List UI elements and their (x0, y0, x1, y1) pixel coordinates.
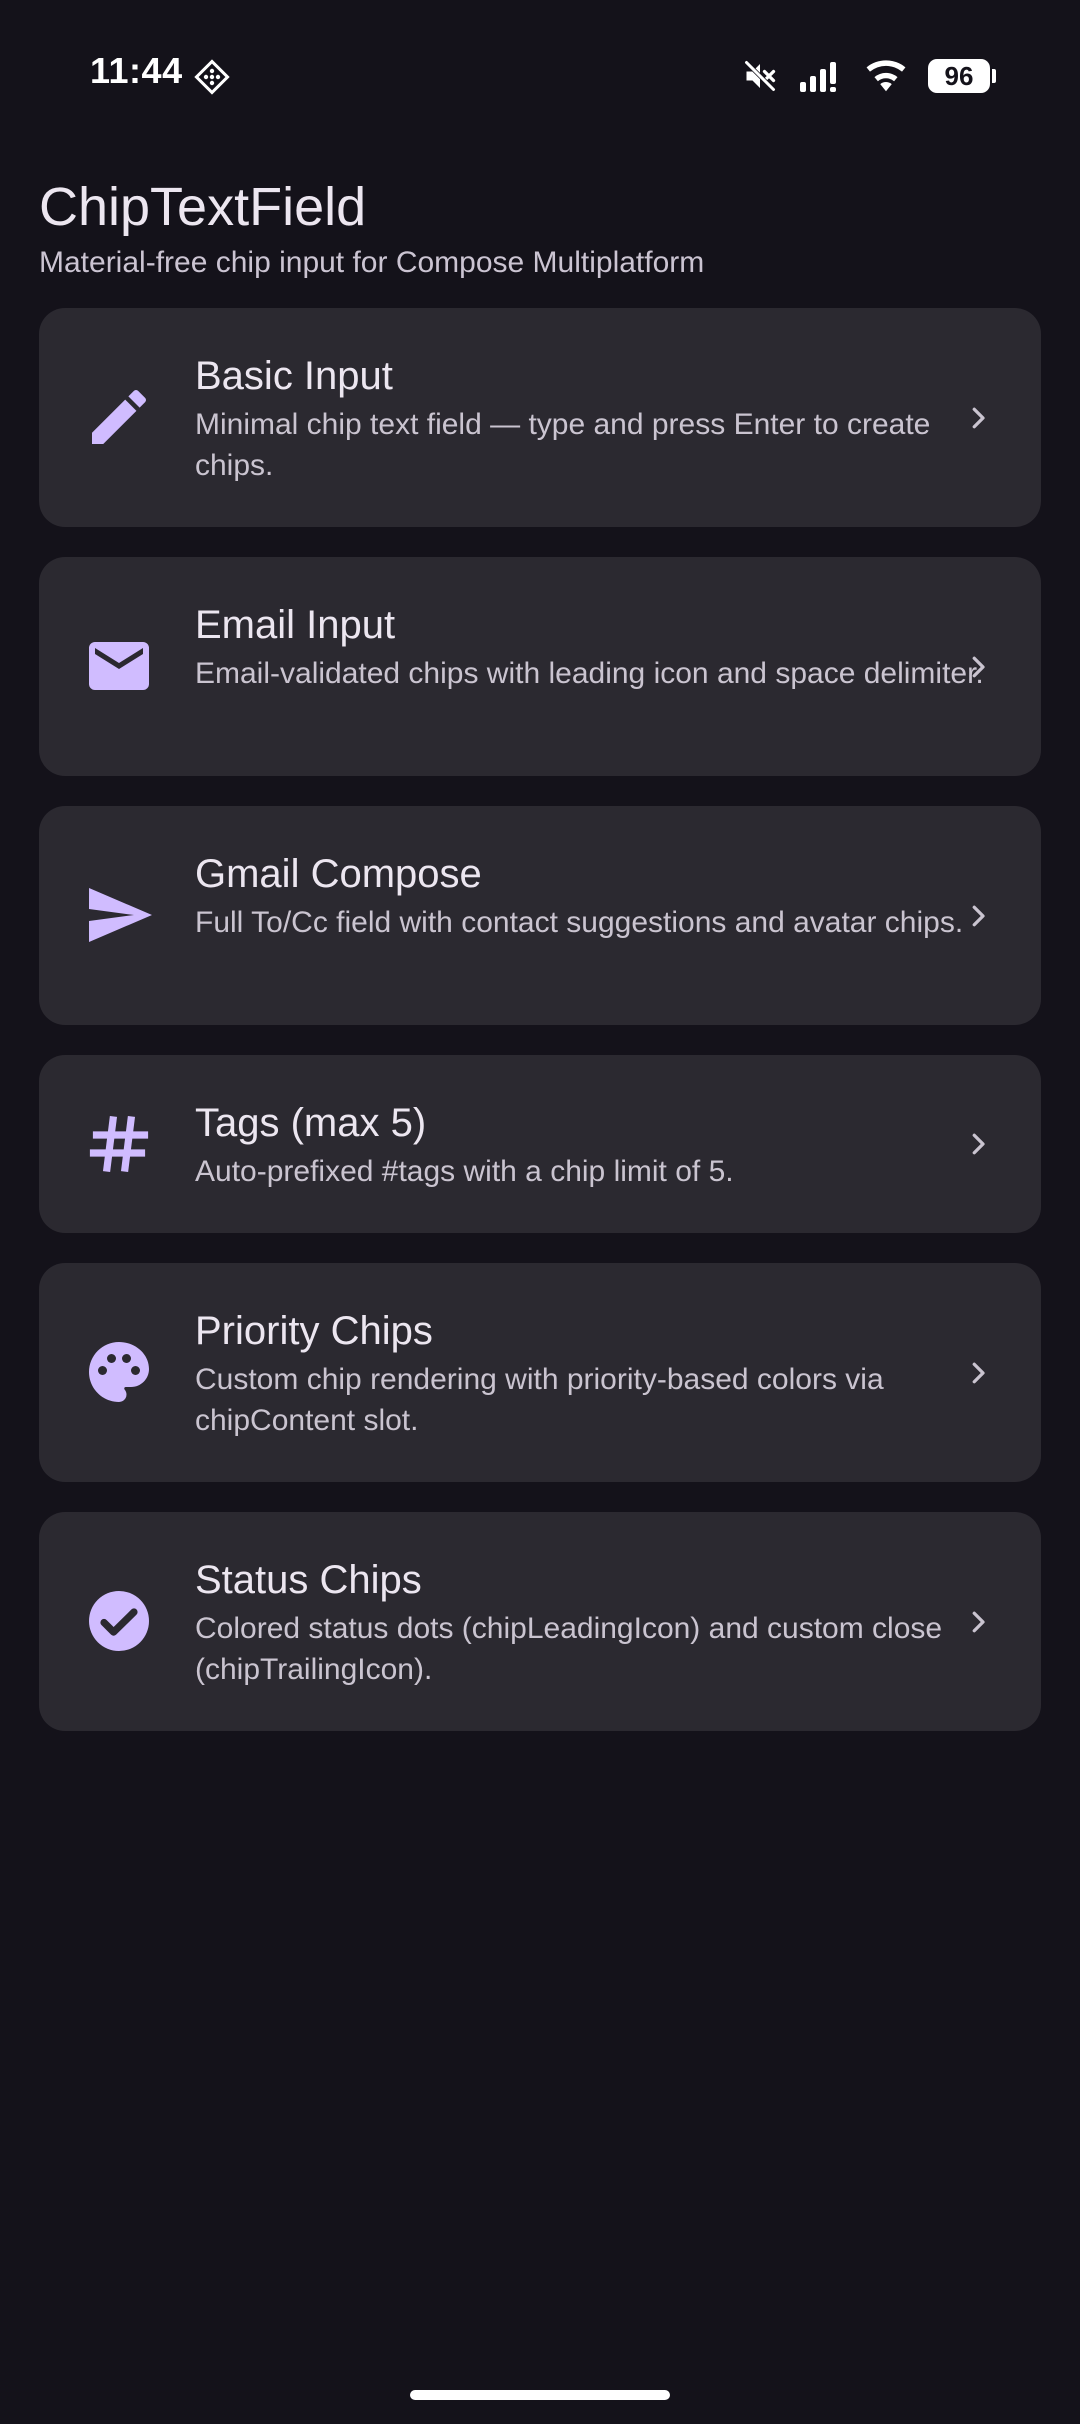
card-description: Email-validated chips with leading icon … (195, 657, 984, 690)
card-basic-input[interactable]: Basic Input Minimal chip text field — ty… (39, 308, 1041, 527)
signal-icon (798, 58, 844, 94)
status-time: 11:44 (90, 50, 183, 91)
card-tags[interactable]: Tags (max 5) Auto-prefixed #tags with a … (39, 1055, 1041, 1233)
chevron-right-icon (963, 1358, 993, 1388)
card-description: Custom chip rendering with priority-base… (195, 1363, 884, 1437)
card-priority-chips[interactable]: Priority Chips Custom chip rendering wit… (39, 1263, 1041, 1482)
card-text: Email Input Email-validated chips with l… (195, 601, 985, 694)
card-status-chips[interactable]: Status Chips Colored status dots (chipLe… (39, 1512, 1041, 1731)
card-text: Basic Input Minimal chip text field — ty… (195, 352, 985, 486)
wifi-icon (864, 58, 908, 94)
card-description: Auto-prefixed #tags with a chip limit of… (195, 1155, 734, 1188)
card-title: Tags (max 5) (195, 1101, 427, 1145)
palette-icon (83, 1336, 155, 1408)
card-description: Full To/Cc field with contact suggestion… (195, 906, 964, 939)
send-icon (83, 879, 155, 951)
card-gmail-compose[interactable]: Gmail Compose Full To/Cc field with cont… (39, 806, 1041, 1025)
card-title: Status Chips (195, 1558, 422, 1602)
mail-icon (83, 630, 155, 702)
chevron-right-icon (963, 1129, 993, 1159)
card-title: Basic Input (195, 354, 393, 398)
pencil-icon (83, 381, 155, 453)
card-title: Email Input (195, 603, 396, 647)
status-bar: 11:44 96 (0, 0, 1080, 150)
card-email-input[interactable]: Email Input Email-validated chips with l… (39, 557, 1041, 776)
card-title: Gmail Compose (195, 852, 482, 896)
mute-icon (742, 58, 778, 94)
card-description: Colored status dots (chipLeadingIcon) an… (195, 1612, 943, 1686)
card-text: Gmail Compose Full To/Cc field with cont… (195, 850, 985, 943)
hashtag-icon (83, 1108, 155, 1180)
page-subtitle: Material-free chip input for Compose Mul… (39, 246, 705, 279)
status-icons: 96 (742, 56, 996, 96)
card-title: Priority Chips (195, 1309, 433, 1353)
card-text: Tags (max 5) Auto-prefixed #tags with a … (195, 1099, 985, 1192)
battery-icon: 96 (928, 59, 996, 93)
chevron-right-icon (963, 403, 993, 433)
home-indicator[interactable] (410, 2390, 670, 2400)
page-title: ChipTextField (39, 177, 367, 237)
card-text: Status Chips Colored status dots (chipLe… (195, 1556, 985, 1690)
chevron-right-icon (963, 901, 993, 931)
card-description: Minimal chip text field — type and press… (195, 408, 931, 482)
check-circle-icon (83, 1585, 155, 1657)
card-text: Priority Chips Custom chip rendering wit… (195, 1307, 985, 1441)
developer-app-icon (193, 58, 231, 96)
chevron-right-icon (963, 652, 993, 682)
chevron-right-icon (963, 1607, 993, 1637)
